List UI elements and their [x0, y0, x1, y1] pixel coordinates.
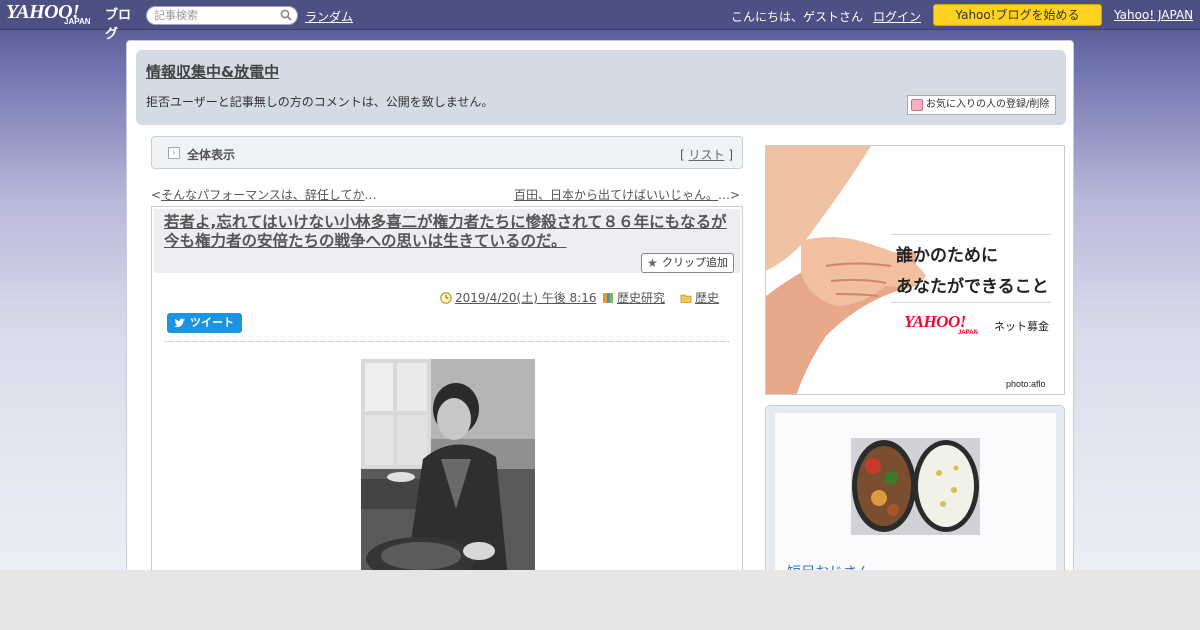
article-title[interactable]: 若者よ,忘れてはいけない小林多喜二が権力者たちに惨殺されて８６年にもなるが今も権…: [164, 213, 734, 251]
ad-headline-2: あなたができること: [896, 277, 1049, 297]
article-folder-text[interactable]: 歴史: [695, 291, 719, 305]
blog-description: 拒否ユーザーと記事無しの方のコメントは、公開を致しません。: [146, 95, 494, 109]
article-category[interactable]: 歴史研究: [602, 289, 665, 306]
favorite-button-label: お気に入りの人の登録/削除: [926, 99, 1050, 110]
search-input[interactable]: 記事検索: [146, 6, 298, 25]
logo-blog-text: ブログ: [105, 8, 132, 42]
list-link[interactable]: リスト: [688, 148, 724, 162]
twitter-bird-icon: [174, 318, 185, 328]
ad-rule-top: [891, 234, 1051, 235]
tweet-button[interactable]: ツイート: [167, 313, 242, 333]
favorite-register-button[interactable]: お気に入りの人の登録/削除: [907, 95, 1056, 115]
clip-button-label: クリップ追加: [662, 256, 728, 269]
start-blog-button[interactable]: Yahoo!ブログを始める: [933, 4, 1102, 26]
ad-japan-logo: JAPAN: [958, 330, 978, 336]
random-link[interactable]: ランダム: [305, 8, 353, 25]
prev-arrow: <: [151, 188, 162, 202]
footer-band: [0, 570, 1200, 630]
article-category-text[interactable]: 歴史研究: [617, 291, 665, 305]
bracket-close: ]: [724, 148, 733, 162]
prev-ellipsis: …: [364, 188, 377, 202]
greeting-text: こんにちは、ゲストさん: [731, 10, 864, 24]
ad-service-name: ネット募金: [994, 320, 1049, 333]
next-article-link[interactable]: 百田、日本から出てけばいいじゃん。…>: [514, 186, 740, 203]
star-icon: ★: [647, 256, 658, 270]
expand-icon: ›: [168, 147, 180, 159]
folder-icon: [680, 294, 692, 303]
prev-article-link[interactable]: <そんなパフォーマンスは、辞任してか…: [151, 186, 376, 203]
heart-icon: [911, 99, 923, 111]
sidebar-advertisement[interactable]: 誰かのために あなたができること YAHOO! JAPAN ネット募金 phot…: [765, 145, 1065, 395]
next-article-title[interactable]: 百田、日本から出てけばいいじゃん。: [514, 188, 718, 202]
login-link[interactable]: ログイン: [873, 8, 921, 25]
view-all-label: 全体表示: [187, 148, 236, 162]
next-ellipsis: …>: [718, 188, 741, 202]
view-mode-bar: › 全体表示 [ リスト ]: [151, 136, 743, 169]
tweet-button-label: ツイート: [190, 316, 234, 329]
prev-article-title[interactable]: そんなパフォーマンスは、辞任してか: [161, 188, 364, 202]
yahoo-blog-logo[interactable]: YAHOO! JAPAN ブログ: [6, 1, 142, 42]
article-date[interactable]: 2019/4/20(土) 午後 8:16: [440, 289, 596, 306]
profile-box: 短足おじさん: [765, 405, 1065, 581]
blog-header: 情報収集中&放電中 拒否ユーザーと記事無しの方のコメントは、公開を致しません。 …: [136, 50, 1066, 125]
profile-inner: 短足おじさん: [775, 413, 1056, 581]
clip-add-button[interactable]: ★ クリップ追加: [641, 253, 734, 273]
profile-avatar[interactable]: [851, 438, 980, 535]
article-folder[interactable]: 歴史: [680, 289, 719, 306]
ad-photo-credit: photo:aflo: [1006, 379, 1046, 389]
yahoo-japan-link[interactable]: Yahoo! JAPAN: [1114, 8, 1193, 22]
article-card: 若者よ,忘れてはいけない小林多喜二が権力者たちに惨殺されて８６年にもなるが今も権…: [151, 206, 743, 609]
bento-photo: [851, 438, 980, 535]
ad-rule-bottom: [891, 302, 1051, 303]
clock-icon: [440, 292, 452, 304]
ad-yahoo-logo: YAHOO!: [904, 312, 966, 331]
handshake-photo: [766, 146, 1064, 394]
logo-japan-text: JAPAN: [64, 17, 91, 26]
search-icon[interactable]: [280, 9, 292, 21]
ad-headline-1: 誰かのために: [896, 246, 998, 266]
article-header: 若者よ,忘れてはいけない小林多喜二が権力者たちに惨殺されて８６年にもなるが今も権…: [154, 209, 740, 273]
divider: [164, 341, 729, 342]
list-link-wrapper: [ リスト ]: [680, 146, 733, 163]
blog-title[interactable]: 情報収集中&放電中: [146, 61, 279, 82]
book-icon: [603, 293, 613, 303]
top-navigation-bar: YAHOO! JAPAN ブログ 記事検索 ランダム こんにちは、ゲストさん ロ…: [0, 0, 1200, 42]
article-date-text[interactable]: 2019/4/20(土) 午後 8:16: [455, 291, 596, 305]
